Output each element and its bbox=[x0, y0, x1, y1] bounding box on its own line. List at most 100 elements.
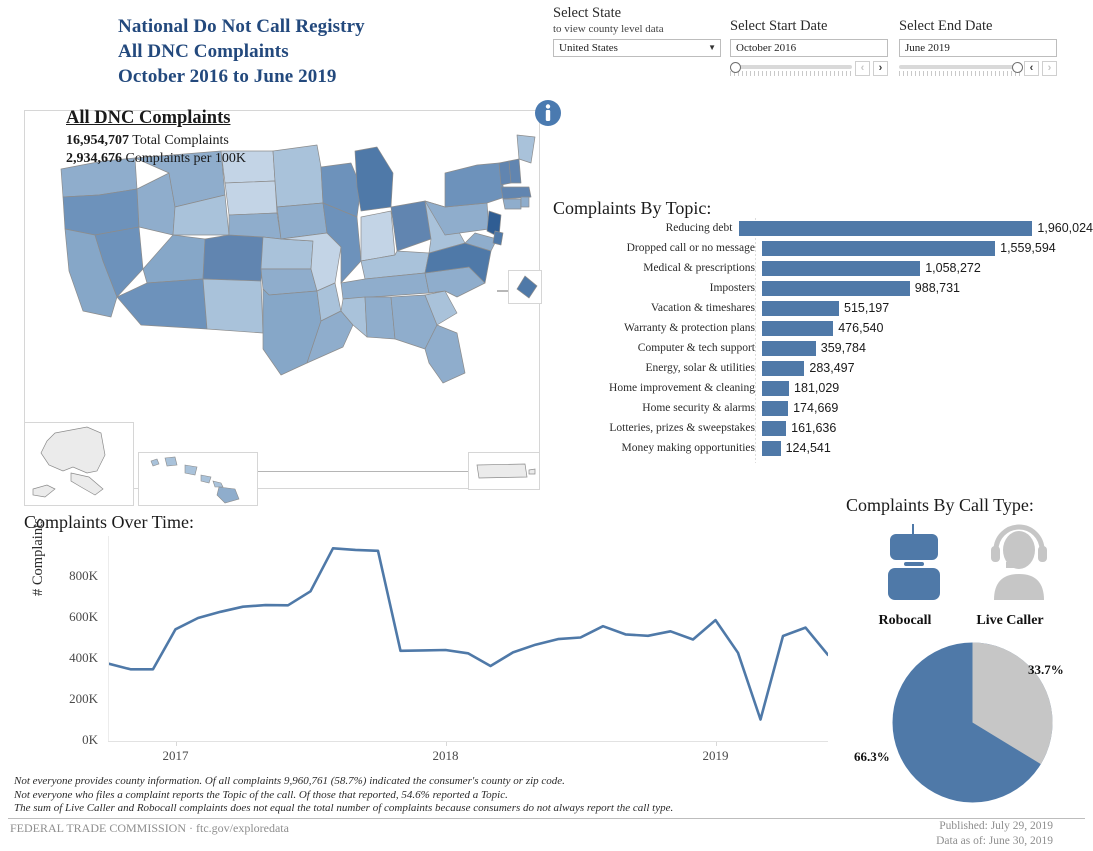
bar-row[interactable]: Vacation & timeshares 515,197 bbox=[553, 298, 1093, 318]
bar-row[interactable]: Home improvement & cleaning 181,029 bbox=[553, 378, 1093, 398]
bar-wrap: 1,559,594 bbox=[762, 240, 1056, 256]
bar-row[interactable]: Lotteries, prizes & sweepstakes 161,636 bbox=[553, 418, 1093, 438]
bar[interactable] bbox=[762, 260, 921, 276]
bar-value-label: 1,058,272 bbox=[925, 261, 981, 275]
footer-publication: Published: July 29, 2019 Data as of: Jun… bbox=[936, 819, 1053, 849]
slider-track bbox=[899, 65, 1021, 69]
chevron-down-icon: ▼ bbox=[708, 43, 716, 52]
complaints-over-time-line[interactable] bbox=[108, 536, 828, 741]
bar-wrap: 174,669 bbox=[762, 400, 838, 416]
y-axis-tick: 800K bbox=[69, 568, 98, 583]
end-date-input[interactable]: June 2019 bbox=[899, 39, 1057, 57]
line-series bbox=[108, 547, 828, 721]
bar-row[interactable]: Dropped call or no message 1,559,594 bbox=[553, 238, 1093, 258]
chevron-right-icon: › bbox=[1047, 62, 1052, 74]
bar-row[interactable]: Money making opportunities 124,541 bbox=[553, 438, 1093, 458]
bar-category-label: Dropped call or no message bbox=[626, 242, 755, 254]
state-dropdown[interactable]: United States ▼ bbox=[553, 39, 721, 57]
line-chart-yaxis bbox=[108, 536, 109, 741]
select-end-date-control: Select End Date June 2019 ‹ › bbox=[899, 18, 1057, 76]
chevron-left-icon: ‹ bbox=[1029, 62, 1034, 74]
dc-callout-box[interactable] bbox=[468, 452, 540, 490]
bar[interactable] bbox=[762, 400, 789, 416]
bar-category-label: Energy, solar & utilities bbox=[645, 362, 755, 374]
bar-row[interactable]: Computer & tech support 359,784 bbox=[553, 338, 1093, 358]
bar[interactable] bbox=[762, 420, 787, 436]
bar[interactable] bbox=[762, 360, 805, 376]
robot-icon bbox=[888, 524, 940, 600]
hawaii-inset[interactable] bbox=[138, 452, 258, 506]
bar-value-label: 515,197 bbox=[844, 301, 890, 315]
bar-wrap: 515,197 bbox=[762, 300, 890, 316]
slider-ticks bbox=[730, 71, 852, 76]
bar-category-label: Money making opportunities bbox=[621, 442, 755, 454]
end-date-slider[interactable] bbox=[899, 61, 1023, 76]
kpi-total-value: 16,954,707 bbox=[66, 133, 129, 148]
puerto-rico-shape bbox=[476, 463, 536, 479]
bar-row[interactable]: Warranty & protection plans 476,540 bbox=[553, 318, 1093, 338]
bar-category-label: Medical & prescriptions bbox=[643, 262, 755, 274]
bar[interactable] bbox=[762, 340, 816, 356]
bar[interactable] bbox=[739, 220, 1033, 236]
select-start-date-label: Select Start Date bbox=[730, 18, 828, 34]
footer-data-as-of: Data as of: June 30, 2019 bbox=[936, 835, 1053, 847]
dc-shape-icon bbox=[516, 275, 538, 299]
bar[interactable] bbox=[762, 300, 840, 316]
end-date-slider-handle[interactable] bbox=[1012, 62, 1023, 73]
y-axis-tick: 0K bbox=[82, 732, 98, 747]
bar[interactable] bbox=[762, 440, 781, 456]
bar-category-label: Vacation & timeshares bbox=[650, 302, 755, 314]
page-title-line-3: October 2016 to June 2019 bbox=[118, 66, 337, 87]
bar-row[interactable]: Reducing debt 1,960,024 bbox=[553, 218, 1093, 238]
start-date-prev-button[interactable]: ‹ bbox=[855, 61, 870, 76]
bar[interactable] bbox=[762, 380, 790, 396]
bar-value-label: 988,731 bbox=[914, 281, 960, 295]
start-date-next-button[interactable]: › bbox=[873, 61, 888, 76]
bar-value-label: 181,029 bbox=[794, 381, 840, 395]
page-title-line-2: All DNC Complaints bbox=[118, 41, 289, 62]
slider-track bbox=[730, 65, 852, 69]
footer-agency: FEDERAL TRADE COMMISSION · ftc.gov/explo… bbox=[10, 821, 289, 835]
start-date-slider-handle[interactable] bbox=[730, 62, 741, 73]
bar-category-label: Home security & alarms bbox=[642, 402, 755, 414]
select-state-sublabel: to view county level data bbox=[553, 23, 664, 35]
bar[interactable] bbox=[762, 320, 834, 336]
bar-value-label: 476,540 bbox=[838, 321, 884, 335]
bar-wrap: 161,636 bbox=[762, 420, 837, 436]
hawaii-shape bbox=[150, 456, 240, 504]
start-date-value: October 2016 bbox=[736, 42, 797, 54]
end-date-next-button[interactable]: › bbox=[1042, 61, 1057, 76]
bar-row[interactable]: Energy, solar & utilities 283,497 bbox=[553, 358, 1093, 378]
footer-divider bbox=[8, 818, 1085, 819]
start-date-input[interactable]: October 2016 bbox=[730, 39, 888, 57]
footnote-1: Not everyone provides county information… bbox=[14, 775, 565, 787]
select-start-date-control: Select Start Date October 2016 ‹ › bbox=[730, 18, 888, 76]
time-section-heading: Complaints Over Time: bbox=[24, 512, 195, 532]
line-chart-xaxis bbox=[108, 741, 828, 742]
end-date-prev-button[interactable]: ‹ bbox=[1024, 61, 1039, 76]
slider-ticks bbox=[899, 71, 1021, 76]
bar-row[interactable]: Imposters 988,731 bbox=[553, 278, 1093, 298]
footnotes: Not everyone provides county information… bbox=[14, 775, 1079, 816]
topic-bar-chart: Reducing debt 1,960,024 Dropped call or no… bbox=[553, 218, 1093, 458]
topic-section-heading: Complaints By Topic: bbox=[553, 198, 712, 218]
pr-leader-line bbox=[258, 471, 468, 472]
bar-value-label: 124,541 bbox=[785, 441, 831, 455]
bar-value-label: 161,636 bbox=[791, 421, 837, 435]
dc-marker-box[interactable] bbox=[508, 270, 542, 304]
x-axis-tick: 2019 bbox=[702, 748, 729, 763]
start-date-slider[interactable] bbox=[730, 61, 852, 76]
bar-row[interactable]: Medical & prescriptions 1,058,272 bbox=[553, 258, 1093, 278]
page-title-line-1: National Do Not Call Registry bbox=[118, 16, 365, 37]
bar-value-label: 359,784 bbox=[820, 341, 866, 355]
alaska-inset[interactable] bbox=[24, 422, 134, 506]
bar[interactable] bbox=[762, 280, 910, 296]
pie-livecaller-value: 33.7% bbox=[1028, 662, 1064, 677]
footer-published: Published: July 29, 2019 bbox=[939, 820, 1053, 832]
bar-wrap: 476,540 bbox=[762, 320, 884, 336]
bar[interactable] bbox=[762, 240, 996, 256]
headset-person-icon bbox=[991, 524, 1047, 600]
bar-wrap: 988,731 bbox=[762, 280, 960, 296]
select-state-control: Select State to view county level data U… bbox=[553, 5, 721, 57]
bar-row[interactable]: Home security & alarms 174,669 bbox=[553, 398, 1093, 418]
